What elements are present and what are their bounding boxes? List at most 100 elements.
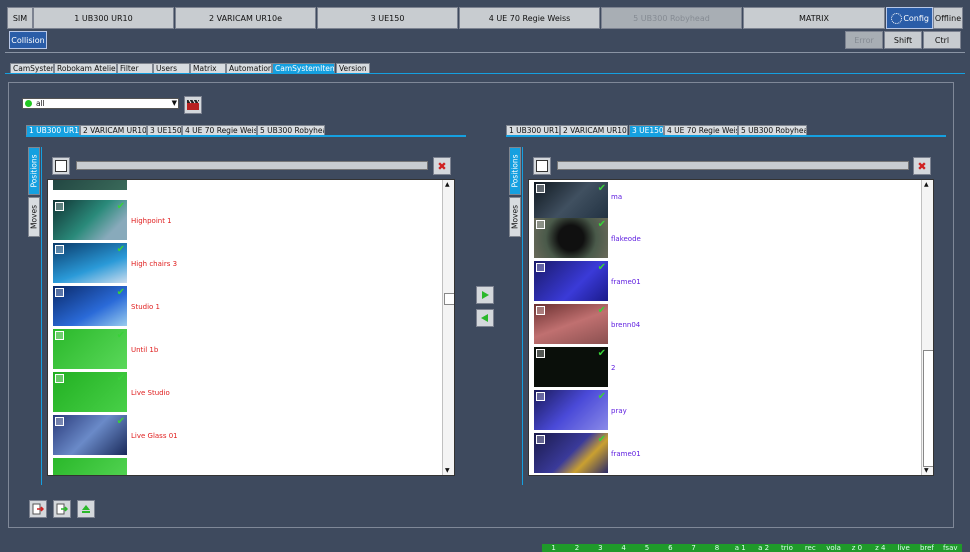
status-item: 1 [551, 544, 556, 552]
left-list-scrollbar[interactable]: ▲ ▼ [442, 180, 454, 475]
list-item-thumbnail[interactable]: ✔ [53, 372, 127, 412]
list-item-thumbnail[interactable]: ✔ [534, 433, 608, 473]
export-button[interactable] [29, 500, 47, 518]
delete-x-icon: ✖ [917, 159, 927, 173]
position-icon [536, 349, 545, 358]
list-item-thumbnail[interactable]: ✔ [53, 415, 127, 455]
list-item-thumbnail[interactable]: ✔ [534, 182, 608, 222]
list-item-name[interactable]: frame01 [611, 450, 641, 458]
list-item-thumbnail[interactable]: ✔ [534, 347, 608, 387]
position-icon [55, 331, 64, 340]
list-item-name[interactable]: pray [611, 407, 627, 415]
left-name-field[interactable] [76, 161, 428, 170]
list-item-thumbnail[interactable]: ✔ [53, 329, 127, 369]
scroll-thumb[interactable] [444, 293, 454, 305]
right-side-line [522, 147, 523, 485]
eject-button[interactable] [77, 500, 95, 518]
positions-label: Positions [29, 154, 39, 188]
cam-button-4[interactable]: 4 UE 70 Regie Weiss [459, 7, 600, 29]
left-tab-positions[interactable]: Positions [28, 147, 40, 195]
check-icon: ✔ [597, 348, 606, 359]
sim-button[interactable]: SIM [7, 7, 33, 29]
right-tab-line [506, 135, 946, 137]
config-button[interactable]: Config [886, 7, 933, 29]
right-name-field[interactable] [557, 161, 909, 170]
list-item-thumbnail[interactable]: ✔ [53, 243, 127, 283]
positions-label: Positions [510, 154, 520, 188]
right-tab-moves[interactable]: Moves [509, 197, 521, 237]
cam-button-1[interactable]: 1 UB300 UR10 [33, 7, 174, 29]
list-item-thumbnail[interactable] [53, 458, 127, 475]
shift-button[interactable]: Shift [884, 31, 922, 49]
list-item-name[interactable]: Until 1b [131, 346, 158, 354]
list-item-name[interactable]: frame01 [611, 278, 641, 286]
right-positions-list[interactable]: ✔ ma ✔ flakeode ✔ frame01 ✔ brenn04 ✔ 2 … [528, 179, 934, 476]
list-item-name[interactable]: Studio 1 [131, 303, 160, 311]
list-item-name[interactable]: Live Studio [131, 389, 170, 397]
move-right-button[interactable] [476, 286, 494, 304]
list-item-name[interactable]: ma [611, 193, 622, 201]
import-icon [56, 503, 68, 515]
error-button[interactable]: Error [845, 31, 883, 49]
list-item-name[interactable]: flakeode [611, 235, 641, 243]
status-item: bref [919, 544, 934, 552]
chevron-down-icon: ▼ [171, 99, 177, 107]
position-icon [536, 263, 545, 272]
list-item-thumbnail[interactable]: ✔ [534, 218, 608, 258]
export-icon [32, 503, 44, 515]
status-item: 2 [574, 544, 580, 552]
list-item-name[interactable]: Live Glass 01 [131, 432, 178, 440]
list-item-thumbnail[interactable]: ✔ [53, 286, 127, 326]
status-item: 8 [714, 544, 720, 552]
position-icon [536, 392, 545, 401]
cam-button-2[interactable]: 2 VARICAM UR10e [175, 7, 316, 29]
right-list-scrollbar[interactable]: ▲ ▼ [921, 180, 933, 475]
list-item-thumbnail[interactable] [53, 180, 127, 190]
scroll-thumb[interactable] [923, 350, 933, 467]
matrix-button[interactable]: MATRIX [743, 7, 885, 29]
list-item-thumbnail[interactable]: ✔ [534, 304, 608, 344]
import-button[interactable] [53, 500, 71, 518]
offline-button[interactable]: Offline [933, 7, 963, 29]
cam-button-3[interactable]: 3 UE150 [317, 7, 458, 29]
moves-label: Moves [510, 204, 520, 230]
clapperboard-button[interactable] [184, 96, 202, 114]
right-delete-button[interactable]: ✖ [913, 157, 931, 175]
list-item-thumbnail[interactable]: ✔ [534, 261, 608, 301]
list-item-name[interactable]: High chairs 3 [131, 260, 177, 268]
status-item: z 4 [875, 544, 886, 552]
filter-select[interactable]: all ▼ [22, 98, 179, 109]
position-icon [55, 374, 64, 383]
collision-button[interactable]: Collision [9, 31, 47, 49]
right-select-all-button[interactable] [533, 157, 551, 175]
status-dot-icon [25, 100, 32, 107]
list-item-name[interactable]: 2 [611, 364, 615, 372]
checkbox-icon [55, 160, 67, 172]
move-left-button[interactable] [476, 309, 494, 327]
list-item-name[interactable]: Highpoint 1 [131, 217, 172, 225]
list-item-name[interactable]: brenn04 [611, 321, 640, 329]
left-tab-moves[interactable]: Moves [28, 197, 40, 237]
ctrl-button[interactable]: Ctrl [923, 31, 961, 49]
check-icon: ✔ [116, 373, 125, 384]
delete-x-icon: ✖ [437, 159, 447, 173]
status-item: trio [781, 544, 793, 552]
moves-label: Moves [29, 204, 39, 230]
eject-icon [82, 505, 90, 513]
right-tab-positions[interactable]: Positions [509, 147, 521, 195]
list-item-thumbnail[interactable]: ✔ [534, 390, 608, 430]
position-icon [55, 288, 64, 297]
check-icon: ✔ [597, 305, 606, 316]
scroll-up-icon: ▲ [924, 181, 929, 188]
status-item: 6 [668, 544, 673, 552]
left-select-all-button[interactable] [52, 157, 70, 175]
arrow-right-icon [482, 291, 489, 299]
list-item-thumbnail[interactable]: ✔ [53, 200, 127, 240]
config-spinner-icon [891, 13, 902, 24]
left-delete-button[interactable]: ✖ [433, 157, 451, 175]
position-icon [536, 220, 545, 229]
check-icon: ✔ [116, 201, 125, 212]
tab-underline [5, 73, 965, 74]
left-positions-list[interactable]: ✔ Highpoint 1 ✔ High chairs 3 ✔ Studio 1… [47, 179, 455, 476]
cam-button-5[interactable]: 5 UB300 Robyhead [601, 7, 742, 29]
